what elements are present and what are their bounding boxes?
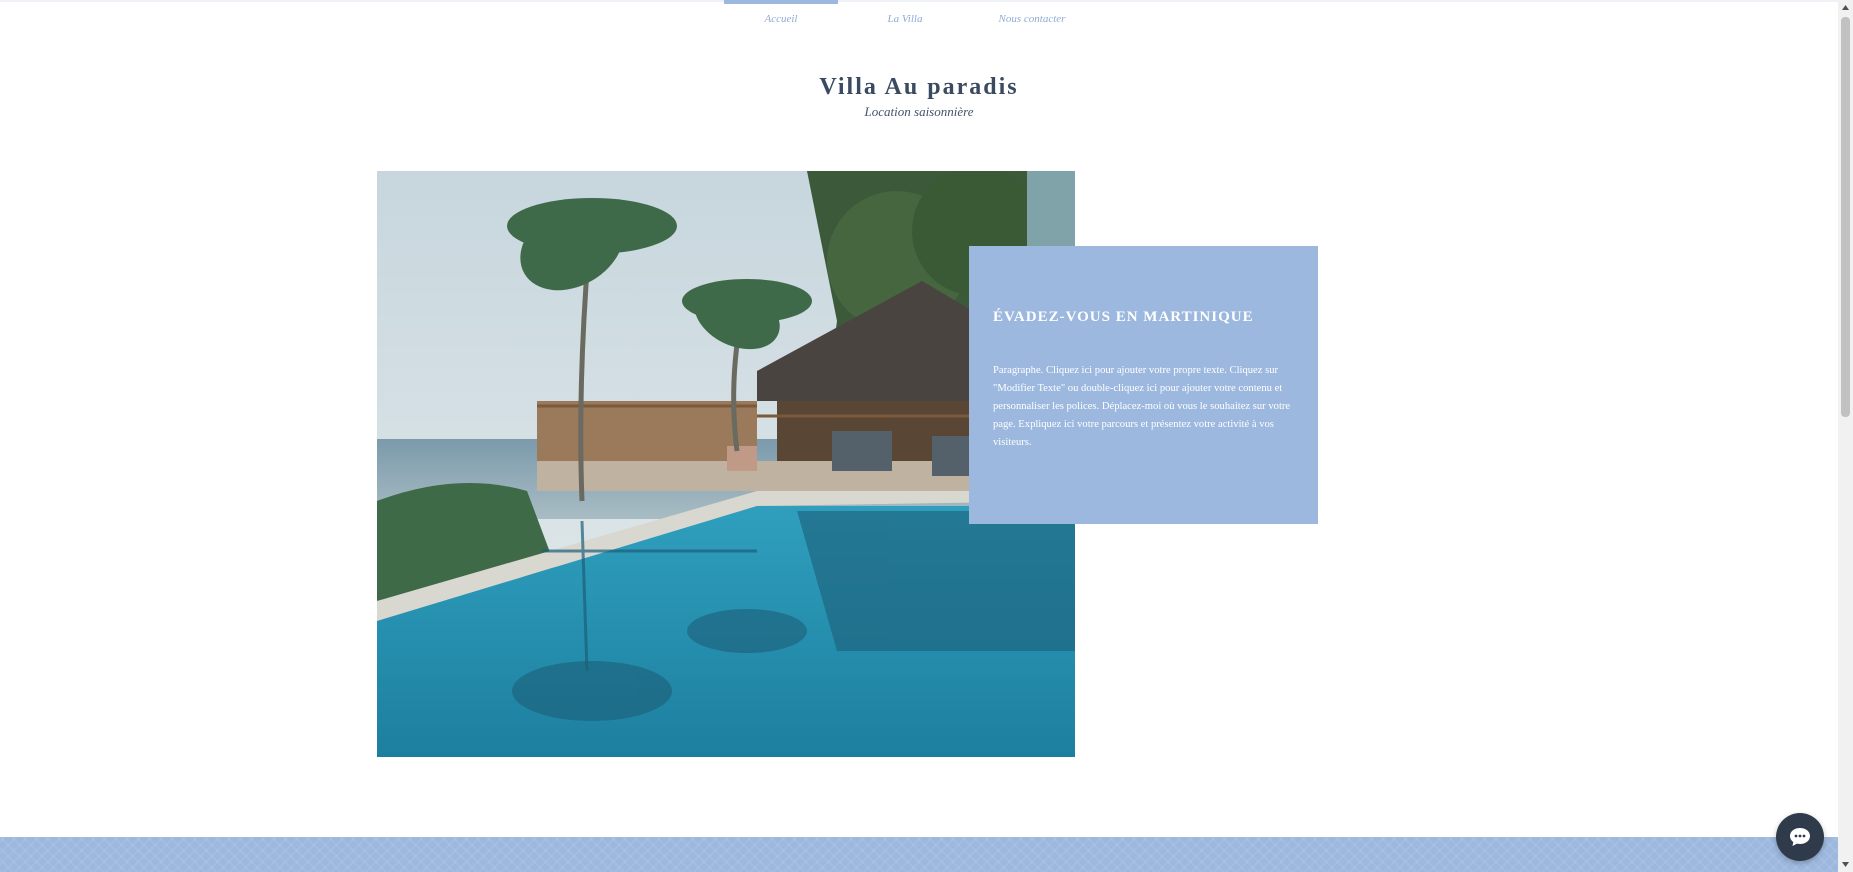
card-paragraph: Paragraphe. Cliquez ici pour ajouter vot…: [993, 365, 1291, 448]
site-subtitle: Location saisonnière: [864, 104, 974, 119]
scroll-up-arrow-icon[interactable]: [1838, 0, 1853, 15]
nav-item-nous-contacter[interactable]: Nous contacter: [975, 0, 1089, 30]
intro-card: ÉVADEZ-VOUS EN MARTINIQUE Paragraphe. Cl…: [969, 246, 1318, 524]
footer-band: [0, 837, 1838, 872]
nav-item-accueil[interactable]: Accueil: [724, 0, 838, 30]
scroll-down-arrow-icon[interactable]: [1838, 857, 1853, 872]
vertical-scrollbar[interactable]: [1838, 0, 1853, 872]
site-title: Villa Au paradis: [819, 74, 1019, 100]
nav-item-la-villa[interactable]: La Villa: [848, 0, 962, 30]
chat-button[interactable]: [1776, 813, 1824, 861]
main-nav: Accueil La Villa Nous contacter: [724, 0, 1089, 30]
chat-bubble-icon: [1790, 828, 1810, 846]
scrollbar-thumb[interactable]: [1841, 17, 1850, 417]
card-heading: ÉVADEZ-VOUS EN MARTINIQUE: [993, 309, 1254, 325]
